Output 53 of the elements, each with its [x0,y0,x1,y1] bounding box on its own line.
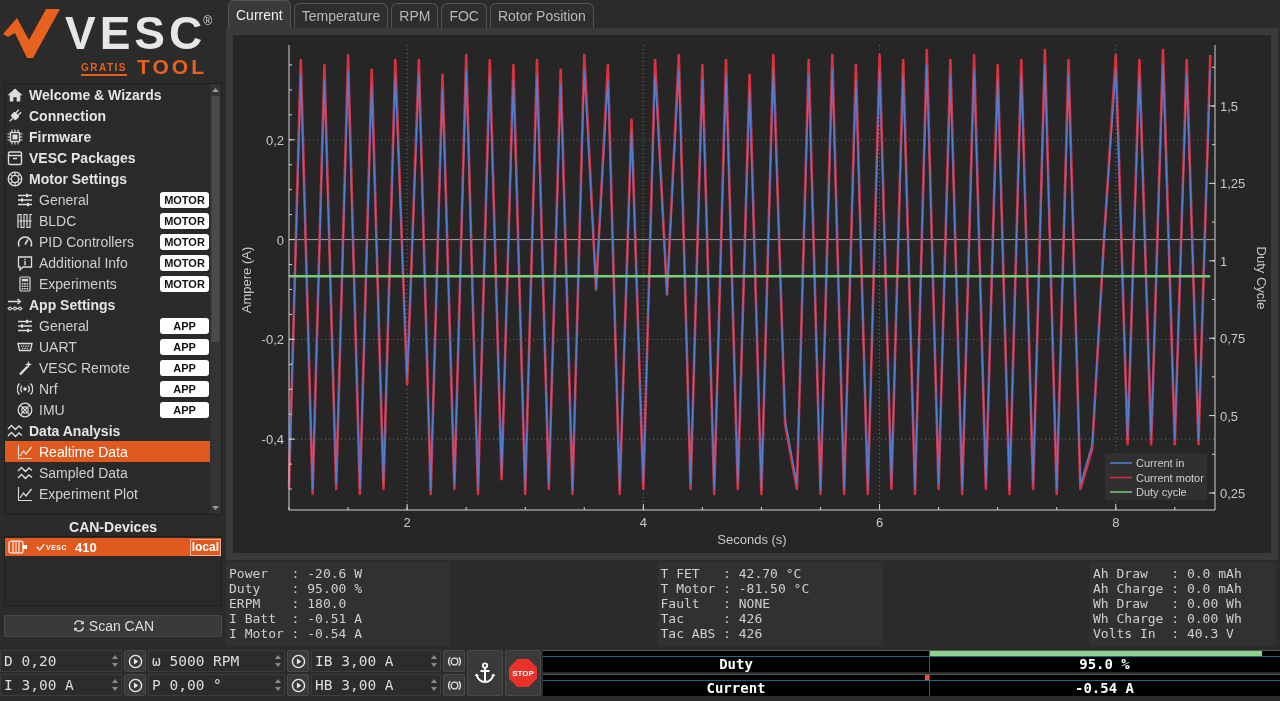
axis-tick-label: 4 [639,515,647,530]
gauge-label: Current [705,681,767,696]
legend-label: Duty cycle [1136,486,1187,498]
axis-tick-label: 1,5 [1220,99,1239,114]
readout-line: Volts In : 40.3 V [1093,626,1235,641]
axis-tick-label: 0,75 [1220,331,1246,347]
logo-product: TOOL [137,58,207,76]
local-tag: local [189,538,221,556]
y2-axis-title: Duty Cycle [1254,246,1269,310]
axis-tick-label: 0 [276,232,284,248]
readout-line: ERPM : 180.0 [229,596,348,611]
readout-line: Tac : 426 [660,611,764,626]
category-tag: MOTOR [160,212,209,229]
axis-tick-label: -0,2 [261,332,284,348]
readout-line: T Motor : -81.50 °C [660,581,811,596]
gauge-value: -0.54 A [1074,681,1135,696]
readout-line: Tac ABS : 426 [660,626,764,641]
legend-label: Current in [1136,457,1185,469]
axis-tick-label: 2 [403,515,411,530]
readout-line: Power : -20.6 W [229,566,364,581]
logo-edition: GRATIS [81,62,128,76]
axis-tick-label: 0,2 [265,132,284,148]
readout-line: Ah Charge : 0.0 mAh [1093,581,1243,596]
category-tag: APP [160,359,209,376]
readout-line: Fault : NONE [660,596,772,611]
readout-line: Wh Charge : 0.00 Wh [1093,611,1243,626]
readout-line: I Batt : -0.51 A [229,611,364,626]
readout-line: I Motor : -0.54 A [229,626,364,641]
axis-tick-label: 1,25 [1220,176,1246,192]
category-tag: MOTOR [160,233,209,250]
readout-line: Wh Draw : 0.00 Wh [1093,596,1243,611]
gauge-value: 95.0 % [1078,657,1131,672]
axis-tick-label: 0,25 [1220,485,1246,501]
gauge-label: Duty [718,657,754,672]
readout-line: Ah Draw : 0.0 mAh [1093,566,1243,581]
category-tag: MOTOR [160,191,209,208]
panel-title: CAN-Devices [68,519,158,536]
category-tag: MOTOR [160,275,209,292]
category-tag: APP [160,401,209,418]
category-tag: APP [160,317,209,334]
readout-line: T FET : 42.70 °C [660,566,803,581]
axis-tick-label: 0,5 [1220,408,1239,424]
category-tag: APP [160,338,209,355]
axis-tick-label: 6 [875,515,884,530]
readout-line: Duty : 95.00 % [229,581,364,596]
axis-tick-label: 8 [1112,515,1120,530]
axis-tick-label: 1 [1220,253,1228,269]
legend-label: Current motor [1136,471,1204,484]
axis-tick-label: -0,4 [261,432,284,448]
x-axis-title: Seconds (s) [717,532,787,547]
y-axis-title: Ampere (A) [239,246,254,314]
category-tag: MOTOR [160,254,209,271]
category-tag: APP [160,380,209,397]
